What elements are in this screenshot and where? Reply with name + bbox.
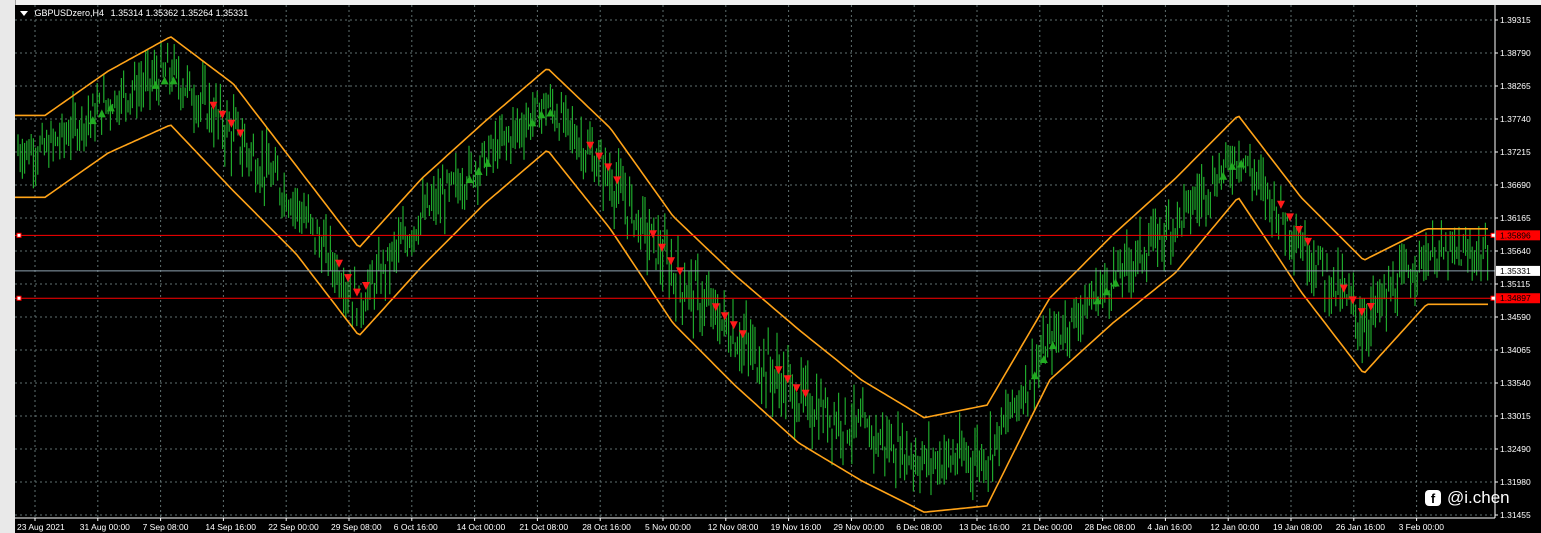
price-tick-label: 1.35115 [1500, 279, 1530, 289]
time-tick-label: 19 Nov 16:00 [771, 522, 822, 532]
time-tick-label: 22 Sep 00:00 [268, 522, 319, 532]
buy-arrow [1111, 278, 1120, 287]
horizontal-levels [15, 232, 1496, 301]
time-tick-label: 21 Oct 08:00 [519, 522, 568, 532]
level-handle [1490, 232, 1496, 238]
lower-level-label: 1.34897 [1500, 293, 1531, 303]
sell-arrow [218, 110, 227, 119]
grid-lines [15, 5, 1495, 518]
time-tick-label: 29 Nov 00:00 [833, 522, 884, 532]
upper-band-line [15, 36, 1488, 419]
time-tick-label: 19 Jan 08:00 [1273, 522, 1322, 532]
sell-arrow [335, 259, 343, 268]
sell-arrow [1277, 200, 1285, 209]
current-price-label: 1.35331 [1500, 266, 1531, 276]
watermark: f @i.chen [1425, 488, 1510, 508]
ohlc-values: 1.35314 1.35362 1.35264 1.35331 [110, 8, 249, 18]
level-handle [16, 232, 22, 238]
sell-arrow [613, 176, 622, 185]
price-tick-label: 1.33540 [1500, 378, 1531, 388]
time-tick-label: 7 Sep 08:00 [143, 522, 189, 532]
buy-arrow [160, 76, 169, 85]
price-tick-label: 1.34065 [1500, 345, 1531, 355]
price-tick-label: 1.38790 [1500, 48, 1531, 58]
time-tick-label: 28 Oct 16:00 [582, 522, 631, 532]
price-tick-label: 1.32490 [1500, 444, 1531, 454]
symbol-label: GBPUSDzero,H4 [34, 8, 105, 18]
sell-arrow [1339, 284, 1348, 293]
chart-title: GBPUSDzero,H4 1.35314 1.35362 1.35264 1.… [20, 8, 248, 18]
time-tick-label: 31 Aug 00:00 [80, 522, 130, 532]
price-tick-label: 1.35640 [1500, 246, 1531, 256]
chevron-down-icon[interactable] [20, 11, 28, 17]
time-tick-label: 13 Dec 16:00 [959, 522, 1010, 532]
sell-arrow [649, 230, 657, 239]
chart-window: 1.39315 1.38790 1.38265 1.37740 1.37215 1.366… [0, 0, 1541, 533]
time-tick-label: 6 Oct 16:00 [394, 522, 438, 532]
buy-arrow [546, 108, 555, 117]
level-handle [1490, 295, 1496, 301]
buy-arrow [537, 110, 546, 119]
time-tick-label: 29 Sep 08:00 [331, 522, 382, 532]
price-axis[interactable]: 1.39315 1.38790 1.38265 1.37740 1.37215 1.366… [1494, 5, 1540, 520]
time-axis[interactable]: 23 Aug 2021 31 Aug 00:00 7 Sep 08:00 14 Sep… [15, 517, 1495, 532]
time-tick-label: 6 Dec 08:00 [896, 522, 942, 532]
price-tick-label: 1.37215 [1500, 147, 1531, 157]
sell-arrow [353, 288, 361, 297]
time-tick-label: 3 Feb 00:00 [1399, 522, 1445, 532]
chart-canvas[interactable]: 1.39315 1.38790 1.38265 1.37740 1.37215 1.366… [0, 0, 1541, 533]
price-tick-label: 1.38265 [1500, 81, 1531, 91]
facebook-icon: f [1425, 490, 1441, 506]
time-tick-label: 26 Jan 16:00 [1336, 522, 1385, 532]
upper-level-label: 1.35896 [1500, 230, 1531, 240]
price-tick-label: 1.36690 [1500, 180, 1531, 190]
sell-arrow [720, 312, 729, 321]
buy-arrow [97, 109, 106, 118]
price-tick-label: 1.33015 [1500, 411, 1531, 421]
sell-arrow [1348, 296, 1357, 305]
time-tick-label: 14 Oct 00:00 [457, 522, 506, 532]
sell-arrow [774, 366, 783, 375]
time-tick-label: 4 Jan 16:00 [1147, 522, 1192, 532]
sell-arrow [362, 281, 370, 290]
price-tick-label: 1.37740 [1500, 114, 1531, 124]
time-tick-label: 12 Jan 00:00 [1210, 522, 1259, 532]
level-handle [16, 295, 22, 301]
time-tick-label: 5 Nov 00:00 [645, 522, 691, 532]
sell-arrow [729, 321, 738, 330]
sell-arrow [667, 257, 675, 266]
price-tick-label: 1.34590 [1500, 312, 1531, 322]
price-tick-label: 1.31980 [1500, 477, 1531, 487]
time-tick-label: 21 Dec 00:00 [1022, 522, 1073, 532]
price-tick-label: 1.36165 [1500, 213, 1531, 223]
buy-arrow [1219, 171, 1228, 180]
time-tick-label: 12 Nov 08:00 [708, 522, 759, 532]
time-tick-label: 23 Aug 2021 [17, 522, 65, 532]
sell-arrow [792, 384, 801, 393]
time-tick-label: 14 Sep 16:00 [205, 522, 256, 532]
price-tick-label: 1.39315 [1500, 15, 1531, 25]
time-tick-label: 28 Dec 08:00 [1085, 522, 1136, 532]
watermark-text: @i.chen [1447, 488, 1510, 507]
price-tick-label: 1.31455 [1500, 510, 1531, 520]
